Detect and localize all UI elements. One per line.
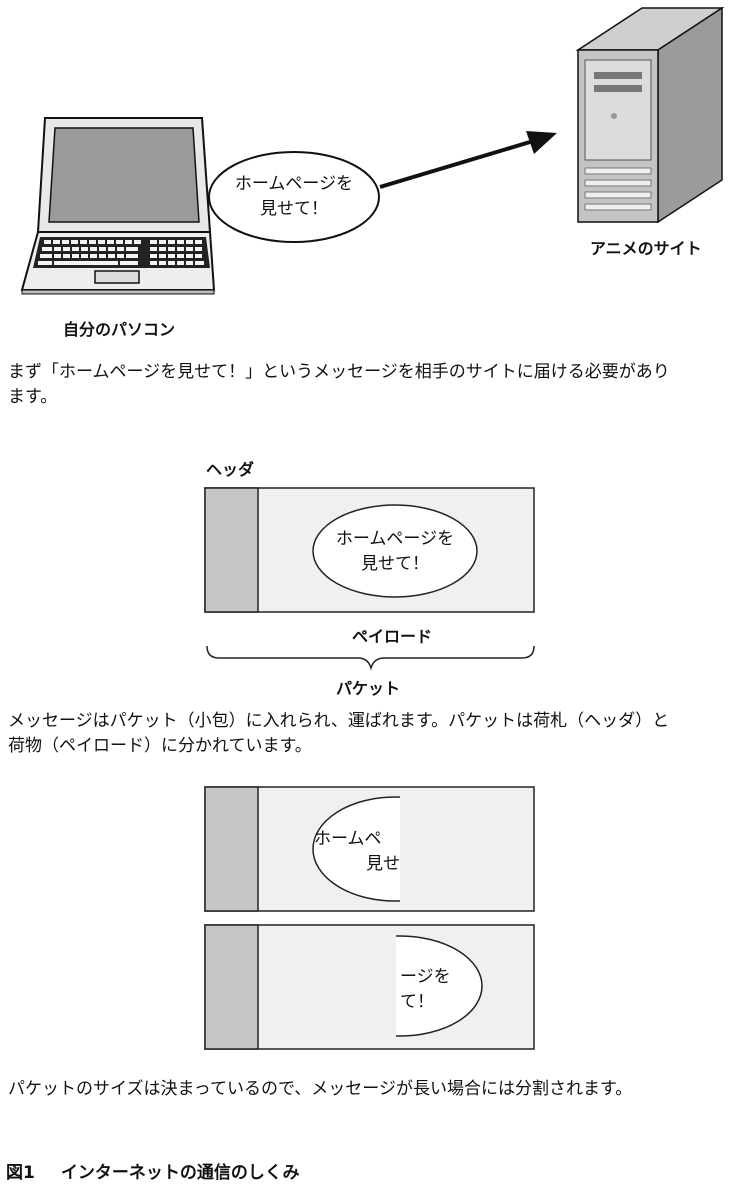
figure-number: 図1 xyxy=(6,1163,35,1183)
payload-line1: ホームページを xyxy=(335,529,455,549)
description-2-line1: メッセージはパケット（小包）に入れられ、運ばれます。パケットは荷札（ヘッダ）と xyxy=(8,711,670,731)
header-section xyxy=(204,487,259,613)
packet-1-line1: ホームペ xyxy=(314,829,382,849)
packet-1-header xyxy=(204,786,259,912)
packet-brace xyxy=(206,645,535,671)
message-line2: 見せて！ xyxy=(260,199,328,219)
payload-text: ホームページを 見せて！ xyxy=(313,527,477,577)
packet-1-text: ホームペ 見せ xyxy=(314,827,400,877)
arrow-icon xyxy=(379,131,557,189)
server-icon xyxy=(575,6,725,224)
server-label: アニメのサイト xyxy=(590,239,702,258)
description-3: パケットのサイズは決まっているので、メッセージが長い場合には分割されます。 xyxy=(8,1079,633,1099)
split-diagram xyxy=(204,786,535,1050)
packet-1-line2: 見せ xyxy=(366,854,400,874)
payload-line2: 見せて！ xyxy=(361,554,429,574)
figure-caption: 図1 インターネットの通信のしくみ xyxy=(6,1158,300,1183)
message-text: ホームページを 見せて！ xyxy=(209,172,379,222)
description-1-line1: まず「ホームページを見せて！」というメッセージを相手のサイトに届ける必要があり xyxy=(8,362,670,382)
packet-2-header xyxy=(204,924,259,1050)
payload-label: ペイロード xyxy=(352,627,433,646)
header-label: ヘッダ xyxy=(206,460,255,479)
packet-diagram xyxy=(204,487,535,671)
packet-2-line1: ージを xyxy=(400,967,451,987)
packet-2-line2: て！ xyxy=(400,992,434,1012)
laptop-icon xyxy=(20,117,216,295)
description-1: まず「ホームページを見せて！」というメッセージを相手のサイトに届ける必要があり … xyxy=(8,360,736,410)
description-2: メッセージはパケット（小包）に入れられ、運ばれます。パケットは荷札（ヘッダ）と … xyxy=(8,709,736,759)
packet-label: パケット xyxy=(336,679,401,698)
message-line1: ホームページを xyxy=(234,174,354,194)
description-1-line2: ます。 xyxy=(8,387,58,407)
client-label: 自分のパソコン xyxy=(63,320,176,339)
description-2-line2: 荷物（ペイロード）に分かれています。 xyxy=(8,736,312,756)
figure-title: インターネットの通信のしくみ xyxy=(60,1163,300,1183)
packet-2-text: ージを て！ xyxy=(400,965,480,1015)
